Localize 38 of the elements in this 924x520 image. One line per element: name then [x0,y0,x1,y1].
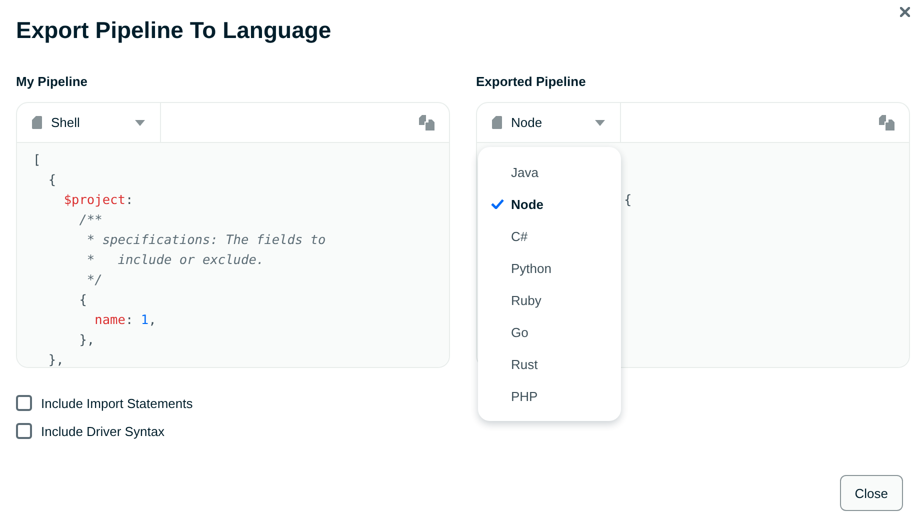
panel-label: My Pipeline [16,74,89,91]
menu-item[interactable]: PHP [478,380,621,412]
menu-item[interactable]: C# [478,220,621,252]
file-icon [492,116,502,129]
checkbox-label: Include Import Statements [41,396,193,410]
code-line: { [48,172,56,190]
copy-icon[interactable] [879,114,895,130]
panel-label: Exported Pipeline [476,74,587,91]
code-line: [ [33,152,41,170]
dialog-title: Export Pipeline To Language [16,17,332,44]
file-icon [32,116,42,129]
menu-item[interactable]: Node [478,188,621,220]
close-icon[interactable] [900,7,910,17]
check-icon [491,199,504,209]
checkbox[interactable] [16,423,32,439]
code-line: { [624,192,632,210]
menu-item[interactable]: Java [478,156,621,188]
language-select[interactable]: Shell [17,103,161,142]
code-line: * specifications: The fields to [86,232,326,250]
checkbox-label: Include Driver Syntax [41,424,165,438]
code-line: }, [79,332,95,350]
menu-item[interactable]: Ruby [478,284,621,316]
code-editor[interactable]: [ { $project: /** * specifications: The fields to * include or exclude. */ { name: 1, }, }, [17,143,449,367]
menu-item[interactable]: Python [478,252,621,284]
code-line: * include or exclude. [86,252,264,270]
code-line: */ [86,272,102,290]
menu-item[interactable]: Go [478,316,621,348]
code-line: /** [79,212,102,230]
code-line: { [79,292,87,310]
caret-icon [135,120,145,126]
copy-icon[interactable] [419,114,435,130]
language-select[interactable]: Node [477,103,621,142]
code-line: }, [48,352,64,367]
close-button[interactable]: Close [840,475,903,511]
caret-icon [595,120,605,126]
checkbox[interactable] [16,395,32,411]
code-line: $project: [64,192,134,210]
code-line: name: 1, [94,312,156,330]
